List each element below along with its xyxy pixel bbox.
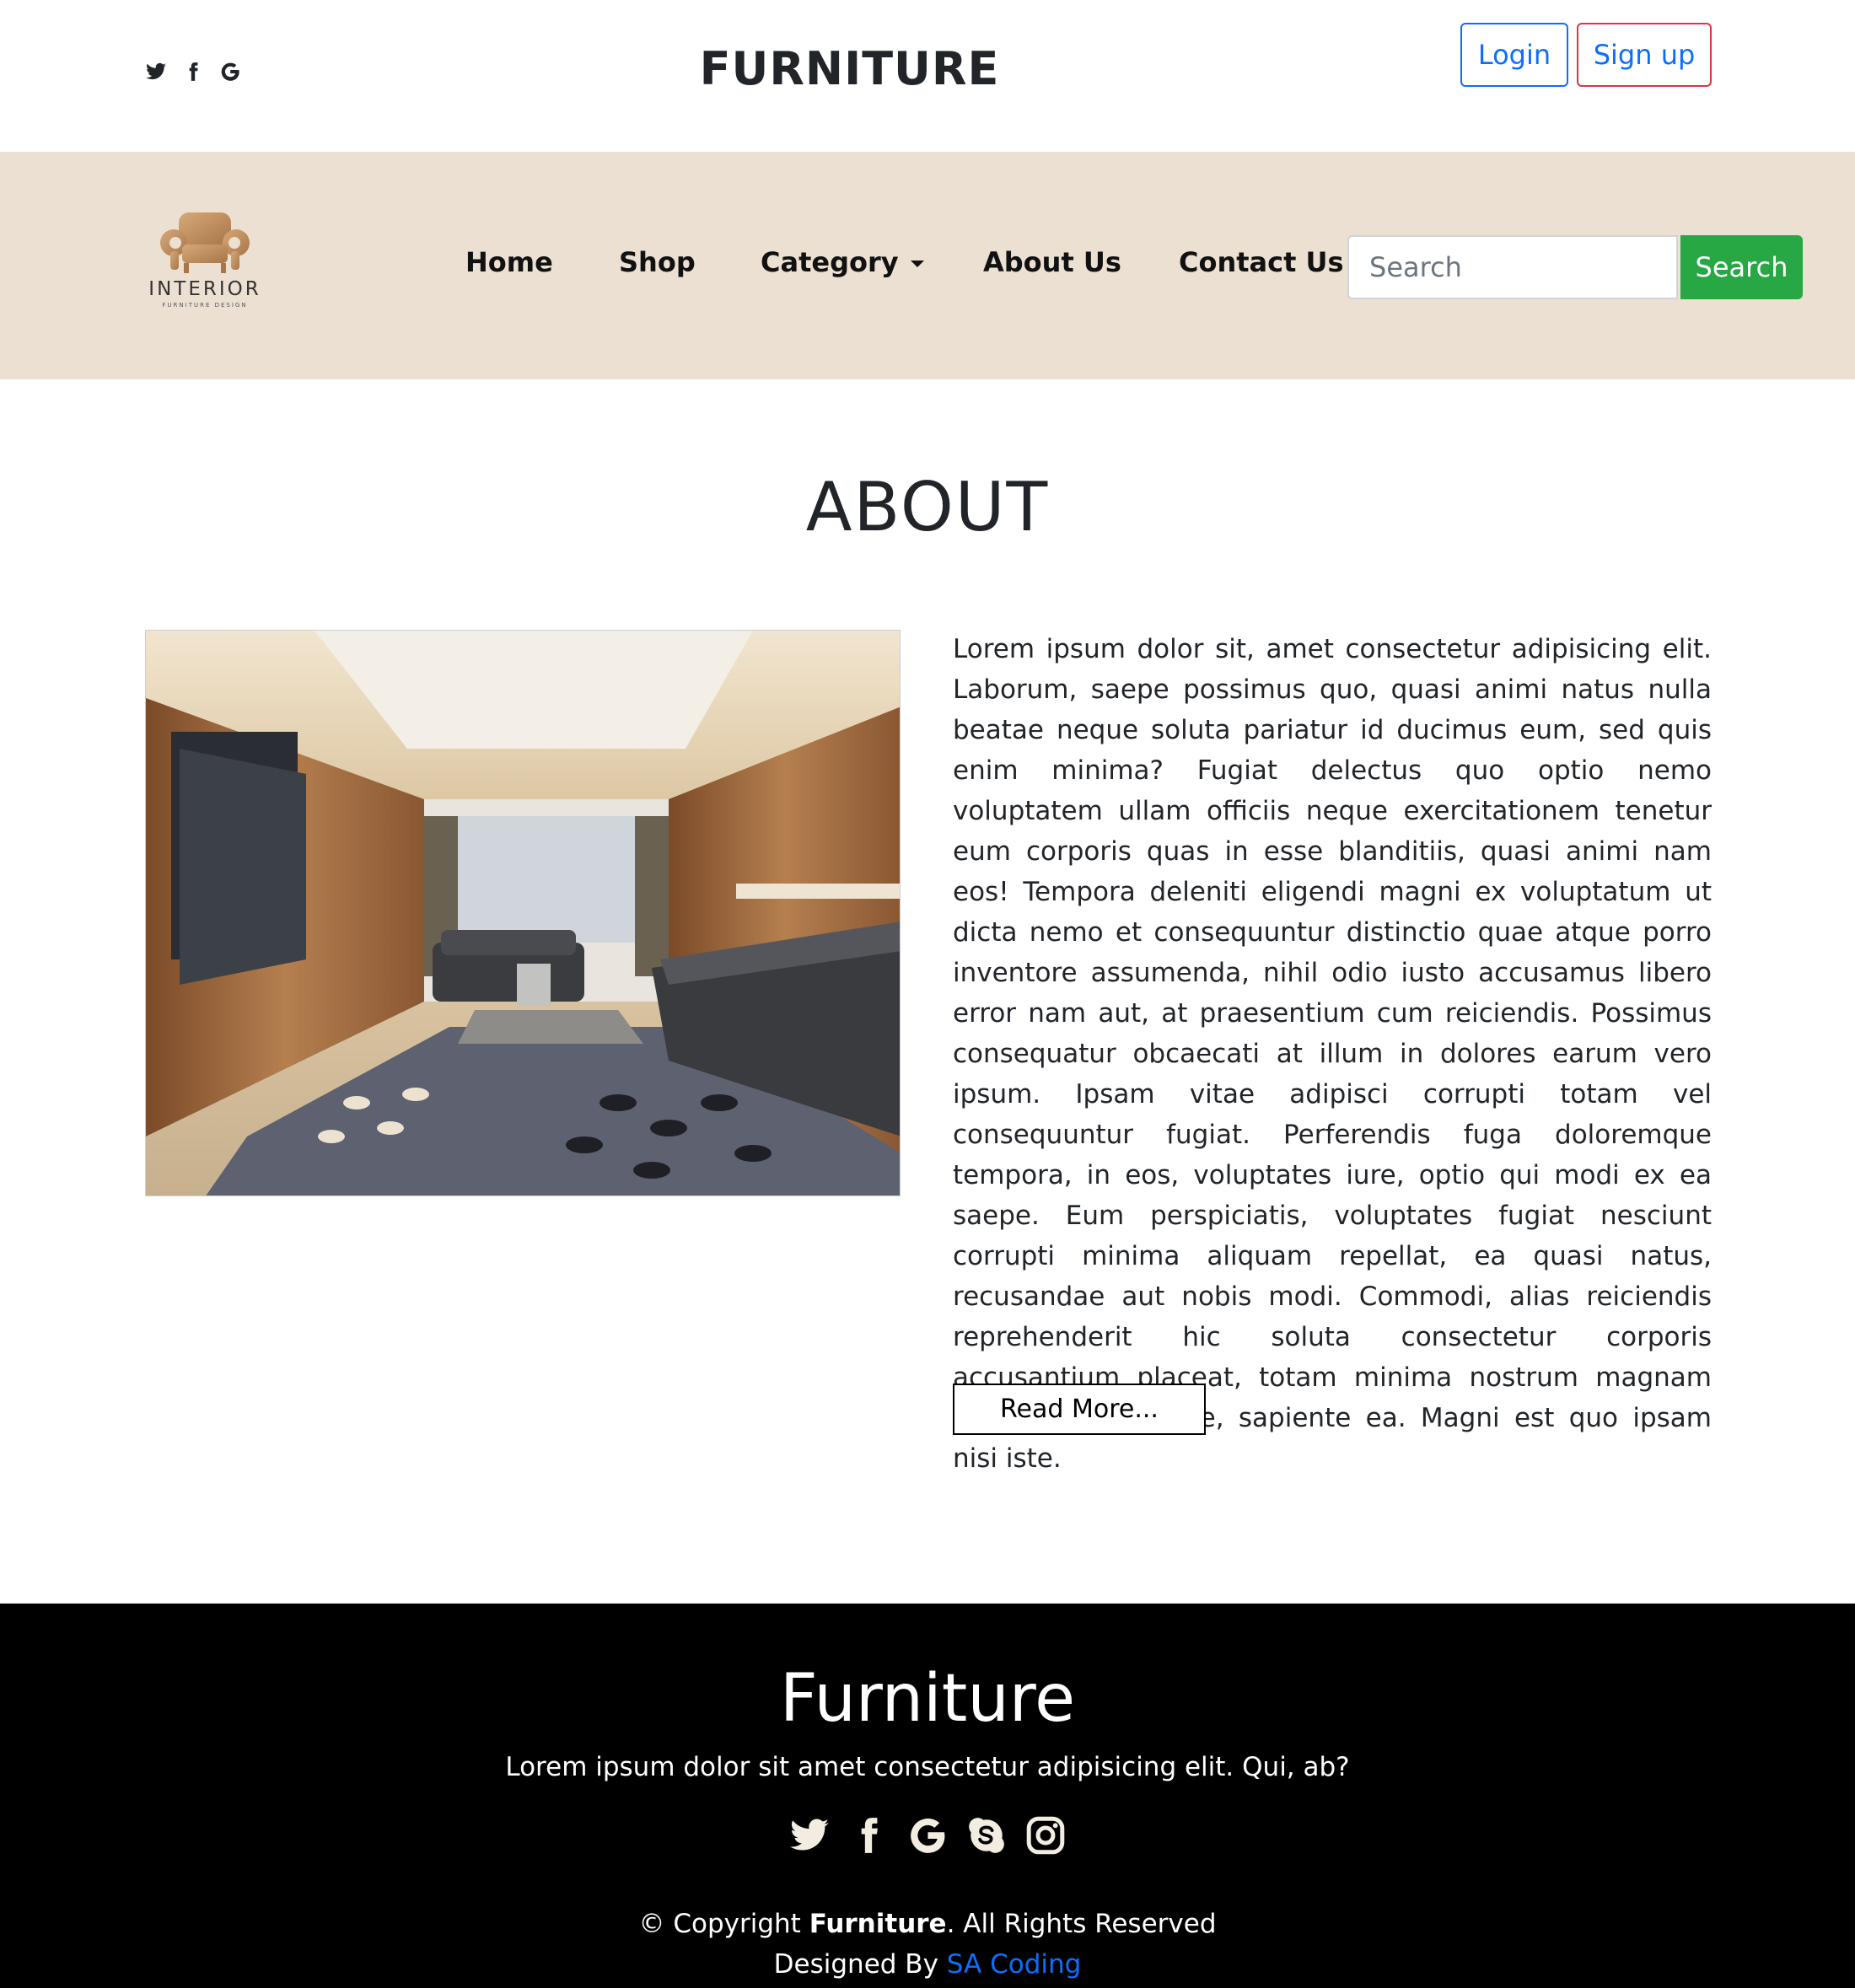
footer-twitter-link[interactable]	[788, 1814, 831, 1856]
nav-category-dropdown[interactable]: Category	[761, 246, 924, 278]
read-more-button[interactable]: Read More...	[953, 1384, 1206, 1435]
armchair-icon	[160, 212, 250, 273]
copyright-prefix: © Copyright	[638, 1909, 809, 1939]
site-title: FURNITURE	[699, 42, 1000, 95]
nav-home[interactable]: Home	[465, 246, 553, 278]
living-room-image	[145, 630, 901, 1196]
logo-subtitle: FURNITURE DESIGN	[162, 302, 248, 309]
about-heading: ABOUT	[805, 468, 1050, 546]
skype-icon	[969, 1818, 1004, 1853]
signup-button[interactable]: Sign up	[1577, 23, 1712, 87]
footer-tagline: Lorem ipsum dolor sit amet consectetur a…	[505, 1752, 1350, 1782]
main-navbar: INTERIOR FURNITURE DESIGN Home Shop Cate…	[0, 152, 1855, 379]
footer-google-link[interactable]	[906, 1814, 949, 1856]
footer-social-links	[0, 1814, 1855, 1856]
search-button[interactable]: Search	[1680, 235, 1803, 299]
nav-shop[interactable]: Shop	[619, 246, 696, 278]
copyright-text: © Copyright Furniture. All Rights Reserv…	[0, 1909, 1855, 1939]
footer-facebook-link[interactable]	[847, 1814, 890, 1856]
facebook-icon	[861, 1818, 878, 1853]
footer-title: Furniture	[779, 1661, 1076, 1737]
nav-category-label: Category	[761, 246, 899, 278]
caret-down-icon	[910, 261, 924, 267]
site-footer: Furniture Lorem ipsum dolor sit amet con…	[0, 1604, 1855, 1988]
search-input[interactable]	[1347, 235, 1678, 299]
designer-link[interactable]: SA Coding	[947, 1949, 1082, 1980]
copyright-brand: Furniture	[809, 1909, 947, 1939]
instagram-icon	[1026, 1816, 1065, 1855]
nav-about-us[interactable]: About Us	[983, 246, 1121, 278]
copyright-suffix: . All Rights Reserved	[946, 1909, 1217, 1939]
login-button[interactable]: Login	[1460, 23, 1568, 87]
top-header: FURNITURE Login Sign up	[0, 0, 1855, 152]
brand-logo[interactable]: INTERIOR FURNITURE DESIGN	[143, 211, 266, 320]
living-room-photo	[146, 631, 900, 1195]
google-icon	[911, 1819, 945, 1853]
footer-skype-link[interactable]	[965, 1814, 1008, 1856]
logo-wordmark: INTERIOR	[148, 278, 261, 300]
designed-prefix: Designed By	[773, 1949, 947, 1980]
nav-contact-us[interactable]: Contact Us	[1179, 246, 1344, 278]
twitter-icon	[790, 1819, 829, 1851]
designed-by-text: Designed By SA Coding	[0, 1949, 1855, 1980]
about-paragraph: Lorem ipsum dolor sit, amet consectetur …	[953, 634, 1712, 1474]
footer-instagram-link[interactable]	[1024, 1814, 1067, 1856]
